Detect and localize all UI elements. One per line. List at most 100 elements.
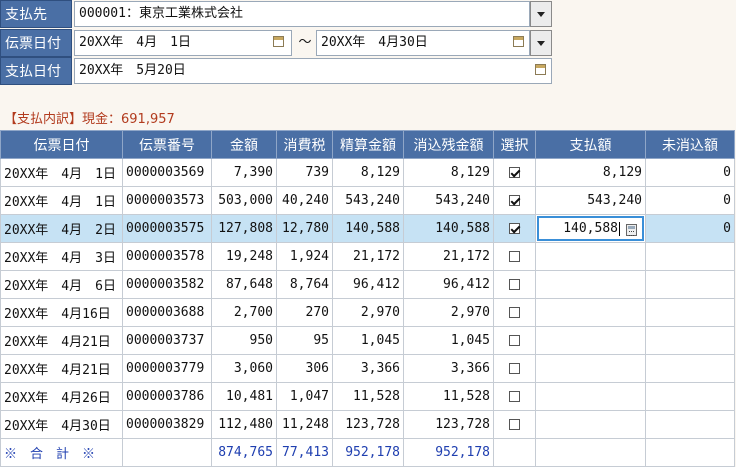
payment-cell[interactable] (535, 270, 646, 299)
chevron-down-icon (537, 40, 545, 46)
calendar-icon[interactable] (273, 36, 284, 47)
uncleared-amount-cell (645, 354, 735, 383)
voucher-date-from-input[interactable]: 20XX年 4月 1日 (74, 30, 292, 56)
voucher-date-from-value: 20XX年 4月 1日 (79, 35, 191, 50)
voucher-date-cell: 20XX年 4月 2日 (0, 214, 123, 243)
select-checkbox[interactable] (509, 419, 520, 430)
col-header-voucher-date[interactable]: 伝票日付 (0, 130, 123, 159)
payment-cell[interactable]: 543,240 (535, 186, 646, 215)
voucher-date-cell: 20XX年 4月 1日 (0, 158, 123, 187)
date-range-separator: ～ (298, 35, 312, 50)
total-empty-cell (493, 438, 536, 467)
calendar-icon[interactable] (535, 64, 546, 75)
amount-cell: 3,060 (211, 354, 277, 383)
table-row[interactable]: 20XX年 4月21日 0000003779 3,060 306 3,366 3,366 (0, 354, 735, 383)
payment-cell[interactable] (535, 242, 646, 271)
total-settle-amount-cell: 952,178 (332, 438, 404, 467)
payment-cell[interactable] (535, 354, 646, 383)
voucher-date-cell: 20XX年 4月30日 (0, 410, 123, 439)
voucher-table: 伝票日付 伝票番号 金額 消費税 精算金額 消込残金額 選択 支払額 未消込額 … (0, 130, 735, 467)
voucher-date-cell: 20XX年 4月 6日 (0, 270, 123, 299)
total-row: ※ 合 計 ※ 874,765 77,413 952,178 952,178 (0, 438, 735, 467)
tax-cell: 11,248 (276, 410, 333, 439)
voucher-no-cell: 0000003573 (122, 186, 212, 215)
col-header-tax[interactable]: 消費税 (276, 130, 333, 159)
voucher-no-cell: 0000003575 (122, 214, 212, 243)
settle-amount-cell: 3,366 (332, 354, 404, 383)
remaining-amount-cell: 543,240 (403, 186, 494, 215)
uncleared-amount-cell (645, 410, 735, 439)
col-header-voucher-no[interactable]: 伝票番号 (122, 130, 212, 159)
amount-cell: 127,808 (211, 214, 277, 243)
table-row[interactable]: 20XX年 4月 1日 0000003573 503,000 40,240 543,24… (0, 186, 735, 215)
voucher-date-to-input[interactable]: 20XX年 4月30日 (316, 30, 530, 56)
settle-amount-cell: 8,129 (332, 158, 404, 187)
col-header-amount[interactable]: 金額 (211, 130, 277, 159)
payment-date-label: 支払日付 (0, 57, 72, 85)
settle-amount-cell: 96,412 (332, 270, 404, 299)
table-row[interactable]: 20XX年 4月 2日 0000003575 127,808 12,780 140,58… (0, 214, 735, 243)
payment-cell[interactable]: 8,129 (535, 158, 646, 187)
col-header-remaining[interactable]: 消込残金額 (403, 130, 494, 159)
select-checkbox[interactable] (509, 391, 520, 402)
table-row[interactable]: 20XX年 4月 6日 0000003582 87,648 8,764 96,412 96… (0, 270, 735, 299)
text-caret (619, 221, 620, 236)
select-checkbox[interactable] (509, 167, 520, 178)
remaining-amount-cell: 96,412 (403, 270, 494, 299)
col-header-select[interactable]: 選択 (493, 130, 536, 159)
table-row[interactable]: 20XX年 4月26日 0000003786 10,481 1,047 11,528 11… (0, 382, 735, 411)
tax-cell: 40,240 (276, 186, 333, 215)
settle-amount-cell: 543,240 (332, 186, 404, 215)
total-empty-cell (645, 438, 735, 467)
payee-dropdown-button[interactable] (530, 1, 552, 27)
calculator-icon[interactable] (626, 224, 637, 236)
voucher-date-cell: 20XX年 4月26日 (0, 382, 123, 411)
select-checkbox[interactable] (509, 307, 520, 318)
remaining-amount-cell: 11,528 (403, 382, 494, 411)
payee-select[interactable]: 000001：東京工業株式会社 (74, 1, 530, 27)
select-checkbox[interactable] (509, 335, 520, 346)
payment-input[interactable]: 140,588 (537, 216, 644, 241)
table-row[interactable]: 20XX年 4月30日 0000003829 112,480 11,248 123,72… (0, 410, 735, 439)
amount-cell: 2,700 (211, 298, 277, 327)
payment-cell[interactable] (535, 326, 646, 355)
settle-amount-cell: 123,728 (332, 410, 404, 439)
remaining-amount-cell: 3,366 (403, 354, 494, 383)
voucher-date-cell: 20XX年 4月 3日 (0, 242, 123, 271)
select-checkbox[interactable] (509, 363, 520, 374)
col-header-payment[interactable]: 支払額 (535, 130, 646, 159)
col-header-settle-amount[interactable]: 精算金額 (332, 130, 404, 159)
payment-cell[interactable] (535, 382, 646, 411)
amount-cell: 7,390 (211, 158, 277, 187)
table-row[interactable]: 20XX年 4月21日 0000003737 950 95 1,045 1,045 (0, 326, 735, 355)
col-header-uncleared[interactable]: 未消込額 (645, 130, 735, 159)
remaining-amount-cell: 123,728 (403, 410, 494, 439)
amount-cell: 10,481 (211, 382, 277, 411)
table-row[interactable]: 20XX年 4月16日 0000003688 2,700 270 2,970 2,970 (0, 298, 735, 327)
tax-cell: 270 (276, 298, 333, 327)
select-cell (493, 298, 536, 327)
voucher-no-cell: 0000003737 (122, 326, 212, 355)
payment-cell: 140,588 (535, 214, 646, 243)
payment-cell[interactable] (535, 410, 646, 439)
voucher-date-cell: 20XX年 4月16日 (0, 298, 123, 327)
amount-cell: 19,248 (211, 242, 277, 271)
tax-cell: 1,047 (276, 382, 333, 411)
select-checkbox[interactable] (509, 279, 520, 290)
voucher-date-dropdown-button[interactable] (530, 30, 552, 56)
remaining-amount-cell: 8,129 (403, 158, 494, 187)
payment-cell[interactable] (535, 298, 646, 327)
payment-date-input[interactable]: 20XX年 5月20日 (74, 58, 552, 84)
select-checkbox[interactable] (509, 223, 520, 234)
voucher-no-cell: 0000003786 (122, 382, 212, 411)
select-cell (493, 326, 536, 355)
select-checkbox[interactable] (509, 195, 520, 206)
calendar-icon[interactable] (513, 36, 524, 47)
amount-cell: 950 (211, 326, 277, 355)
uncleared-amount-cell: 0 (645, 186, 735, 215)
uncleared-amount-cell: 0 (645, 158, 735, 187)
table-row[interactable]: 20XX年 4月 3日 0000003578 19,248 1,924 21,172 21… (0, 242, 735, 271)
select-cell (493, 186, 536, 215)
select-checkbox[interactable] (509, 251, 520, 262)
table-row[interactable]: 20XX年 4月 1日 0000003569 7,390 739 8,129 8,129 8… (0, 158, 735, 187)
